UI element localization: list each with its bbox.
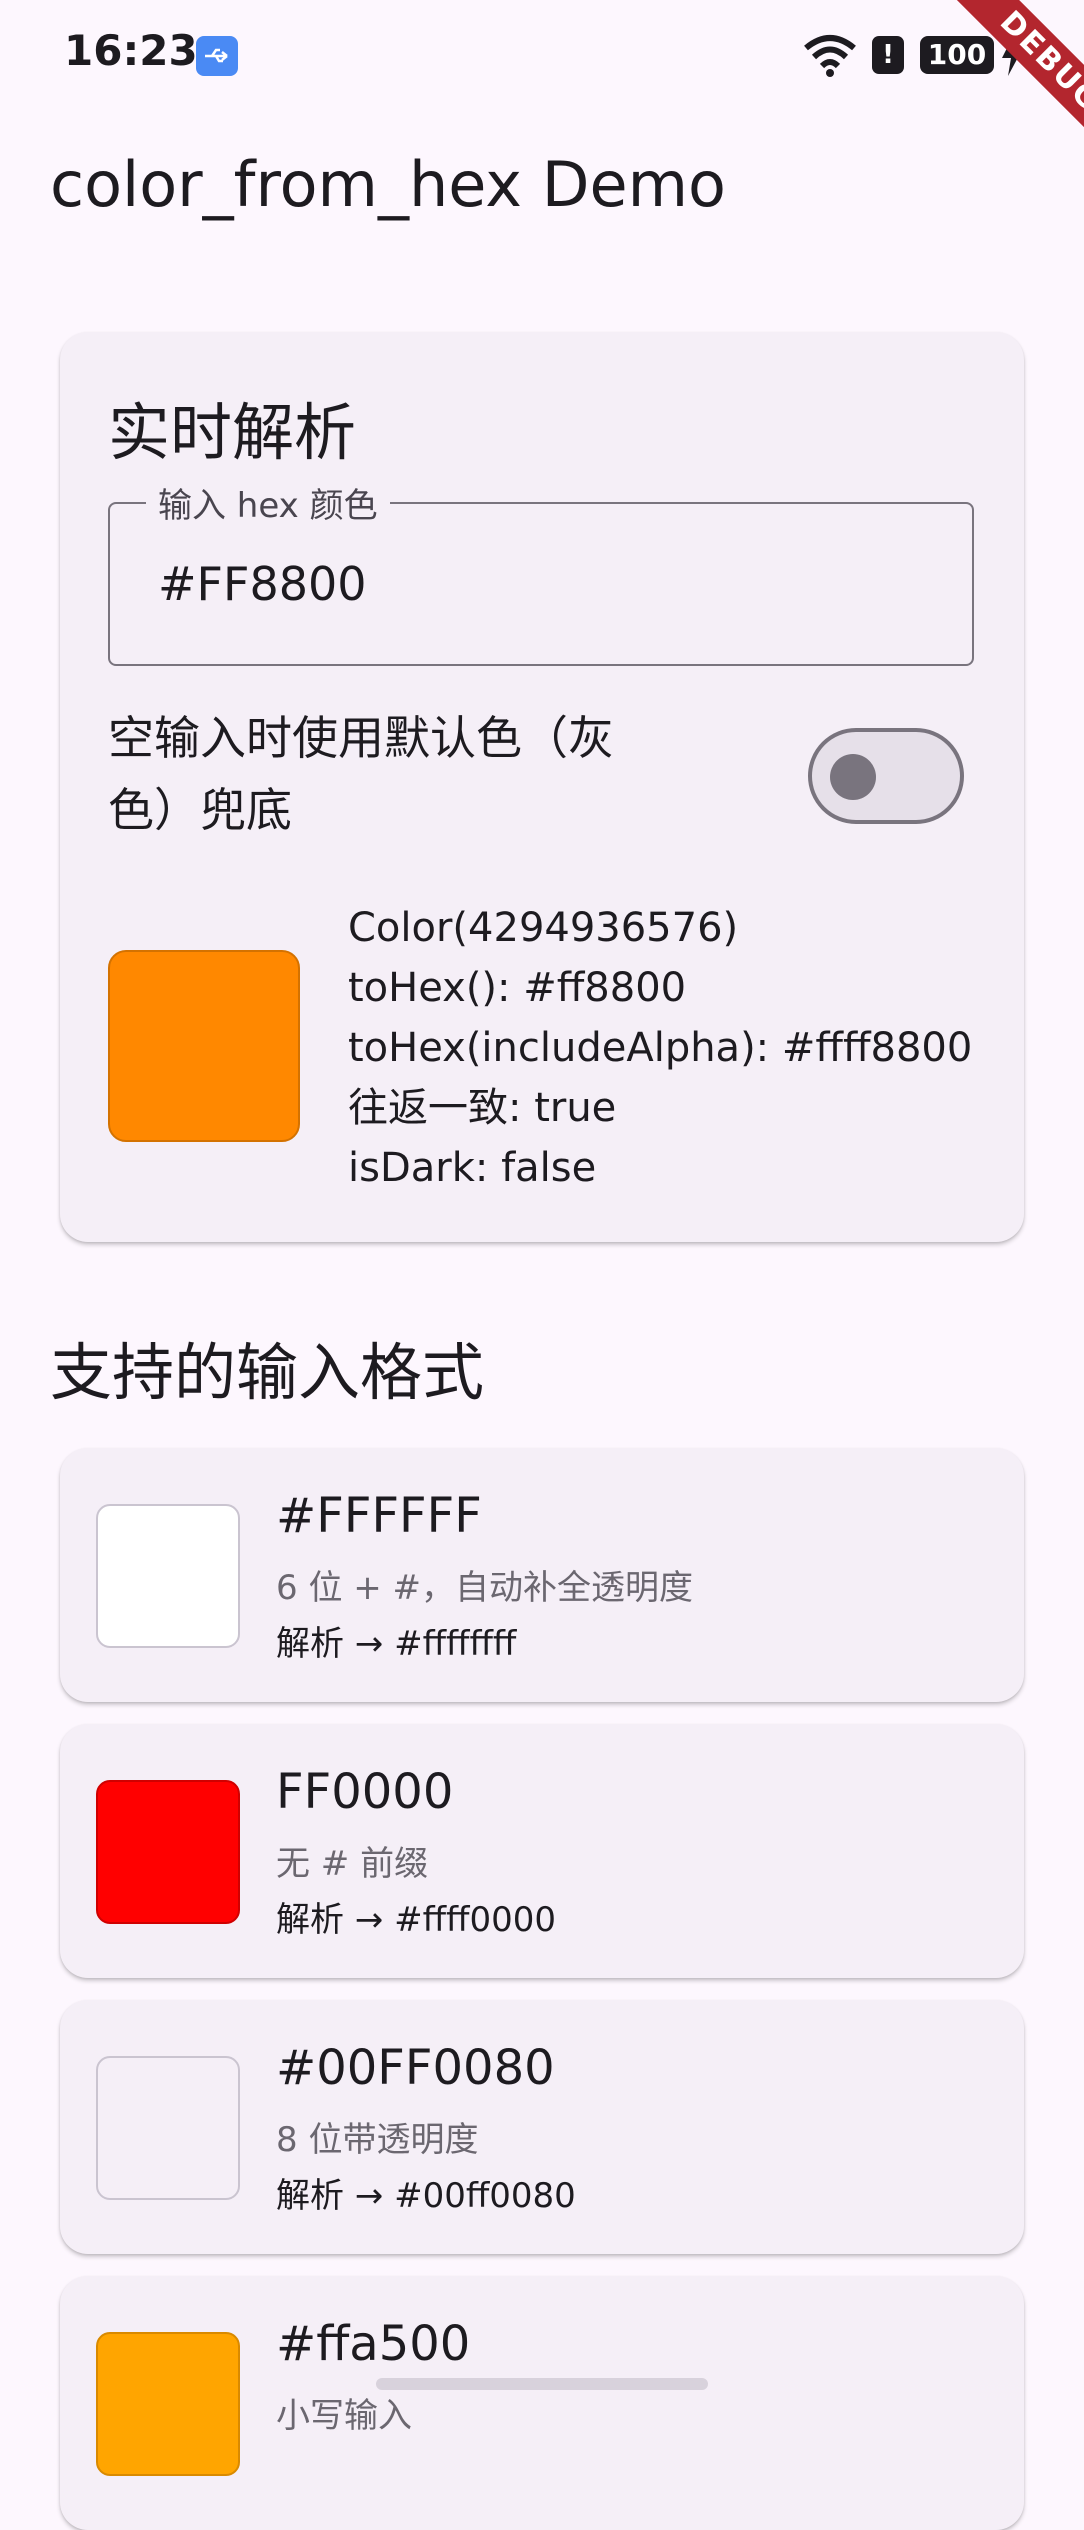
format-parsed: 解析 → #00ff0080 — [276, 2176, 576, 2216]
status-bar: 16:23 ! 100 — [0, 0, 1084, 110]
format-parsed: 解析 → #ffffffff — [276, 1624, 517, 1664]
format-input: FF0000 — [276, 1764, 454, 1820]
roundtrip-line: 往返一致: true — [348, 1085, 617, 1131]
parse-result-lines: Color(4294936576) toHex(): #ff8800 toHex… — [348, 898, 972, 1198]
format-input: #ffa500 — [276, 2316, 471, 2372]
battery-level: 100 — [927, 38, 987, 71]
format-description: 8 位带透明度 — [276, 2120, 479, 2160]
fallback-toggle[interactable] — [808, 728, 964, 824]
alert-icon: ! — [872, 36, 904, 74]
format-parsed: 解析 → #ffff0000 — [276, 1900, 556, 1940]
home-indicator[interactable] — [376, 2378, 708, 2390]
format-card: #ffa500 小写输入 — [60, 2276, 1024, 2530]
app-title: color_from_hex Demo — [50, 148, 726, 221]
live-card-title: 实时解析 — [108, 396, 357, 469]
format-description: 小写输入 — [276, 2396, 412, 2436]
format-card: #00FF0080 8 位带透明度 解析 → #00ff0080 — [60, 2000, 1024, 2254]
format-color-swatch — [96, 2056, 240, 2200]
hex-input-label: 输入 hex 颜色 — [146, 478, 390, 527]
live-parse-card: 实时解析 输入 hex 颜色 空输入时使用默认色（灰色）兜底 Color(429… — [60, 332, 1024, 1242]
format-card: #FFFFFF 6 位 + #，自动补全透明度 解析 → #ffffffff — [60, 1448, 1024, 1702]
usb-icon — [196, 36, 238, 76]
format-description: 6 位 + #，自动补全透明度 — [276, 1568, 694, 1608]
to-hex-alpha-line: toHex(includeAlpha): #ffff8800 — [348, 1025, 973, 1071]
format-color-swatch — [96, 1504, 240, 1648]
toggle-knob — [830, 754, 876, 800]
wifi-icon — [804, 35, 856, 77]
format-input: #00FF0080 — [276, 2040, 555, 2096]
format-input: #FFFFFF — [276, 1488, 482, 1544]
hex-input[interactable] — [156, 556, 920, 612]
color-value-line: Color(4294936576) — [348, 905, 739, 951]
status-time: 16:23 — [64, 26, 198, 75]
formats-section-title: 支持的输入格式 — [50, 1336, 485, 1409]
format-color-swatch — [96, 2332, 240, 2476]
format-card: FF0000 无 # 前缀 解析 → #ffff0000 — [60, 1724, 1024, 1978]
is-dark-line: isDark: false — [348, 1145, 597, 1191]
hex-input-field[interactable]: 输入 hex 颜色 — [108, 478, 974, 666]
fallback-switch-label: 空输入时使用默认色（灰色）兜底 — [108, 711, 614, 837]
to-hex-line: toHex(): #ff8800 — [348, 965, 687, 1011]
battery-icon: 100 — [920, 36, 994, 74]
result-color-swatch — [108, 950, 300, 1142]
format-description: 无 # 前缀 — [276, 1844, 429, 1884]
format-color-swatch — [96, 1780, 240, 1924]
